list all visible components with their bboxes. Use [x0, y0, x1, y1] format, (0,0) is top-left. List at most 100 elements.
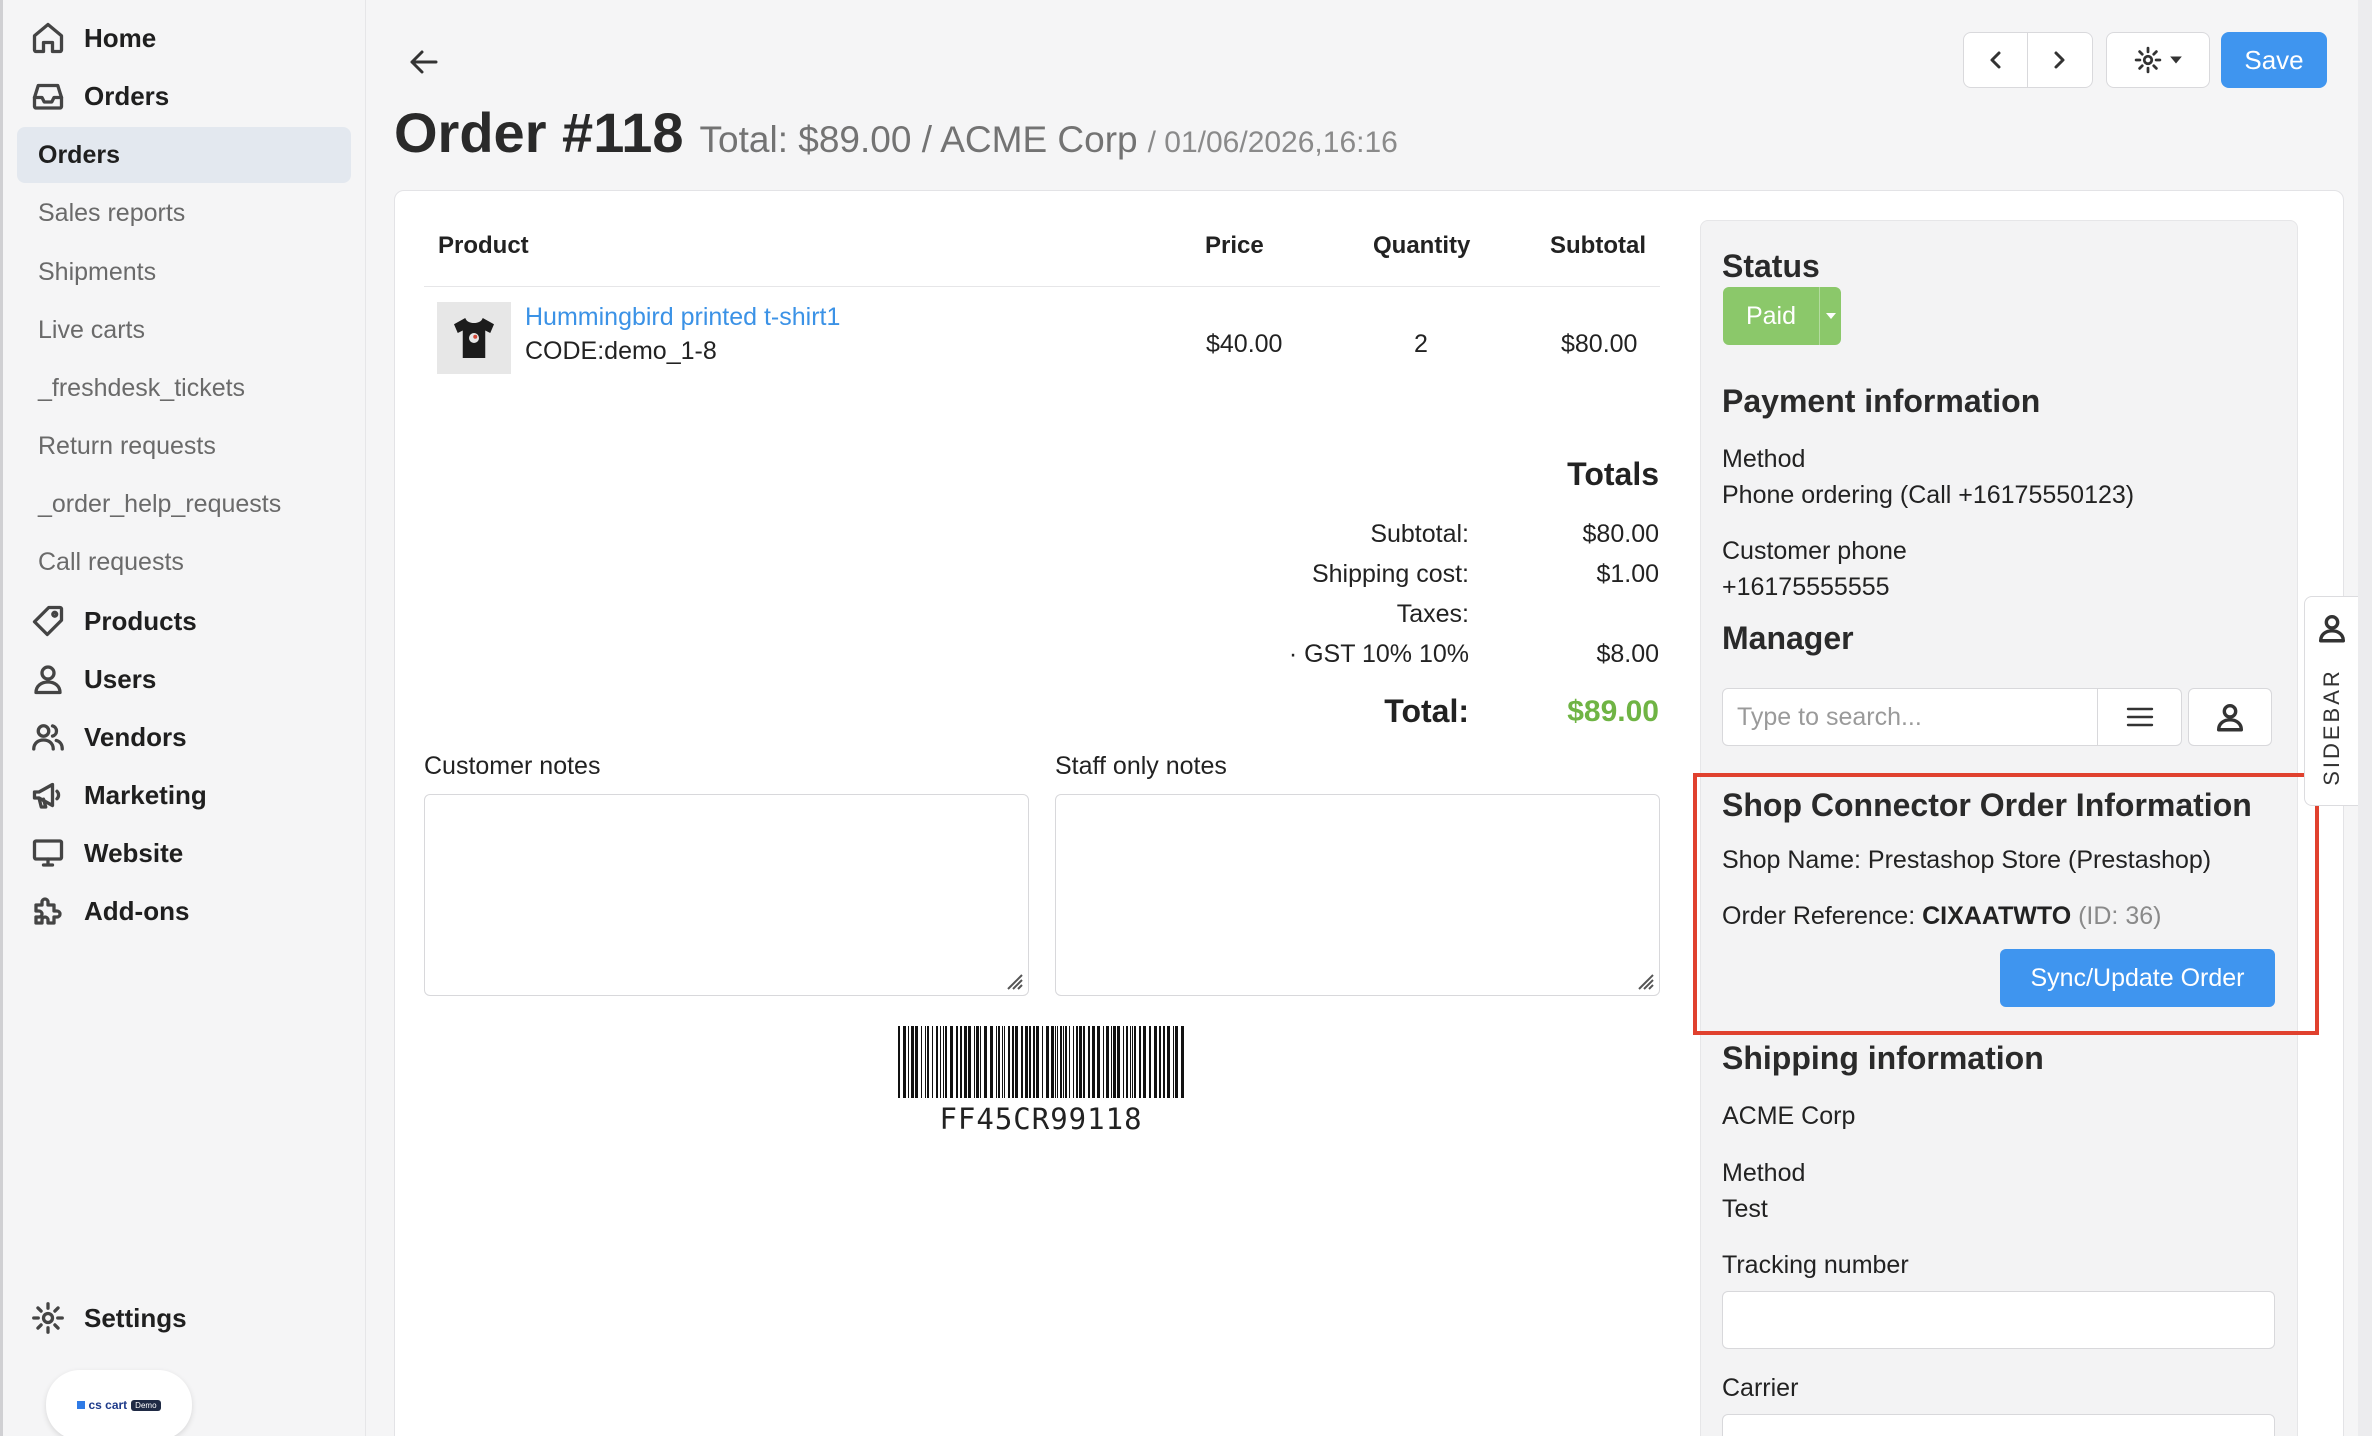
menu-lines-icon: [2126, 707, 2153, 727]
nav-vendors-label: Vendors: [84, 721, 187, 752]
order-date: / 01/06/2026,16:16: [1147, 126, 1398, 159]
tshirt-icon: [454, 318, 494, 358]
resize-handle-icon[interactable]: [1633, 969, 1655, 991]
nav-settings[interactable]: Settings: [30, 1293, 187, 1343]
brand-logo: cs cart: [77, 1398, 127, 1412]
nav-website-label: Website: [84, 837, 184, 868]
payment-method-label: Method: [1722, 445, 1806, 473]
resize-handle-icon[interactable]: [1002, 969, 1024, 991]
user-icon: [34, 665, 62, 695]
nav-settings-label: Settings: [84, 1302, 187, 1333]
save-button[interactable]: Save: [2221, 32, 2327, 88]
user-icon: [2216, 703, 2244, 732]
customer-notes-textarea[interactable]: [424, 794, 1029, 996]
table-header-divider: [424, 286, 1660, 287]
left-sidebar: Home Orders Orders Sales reports Shipmen…: [0, 0, 366, 1436]
nav-sub-return-requests[interactable]: Return requests: [38, 426, 216, 466]
nav-orders[interactable]: Orders: [30, 71, 169, 121]
page-subtitle: Total: $89.00 / ACME Corp: [699, 119, 1138, 160]
product-link[interactable]: Hummingbird printed t-shirt1: [525, 303, 840, 332]
nav-marketing[interactable]: Marketing: [30, 770, 207, 820]
nav-add-ons[interactable]: Add-ons: [30, 886, 189, 936]
gst-label: · GST 10% 10%: [1288, 640, 1469, 668]
window-edge: [0, 0, 3, 1436]
tracking-number-label: Tracking number: [1722, 1251, 1909, 1279]
col-product: Product: [438, 232, 529, 259]
status-value: Paid: [1745, 301, 1797, 330]
barcode-text: FF45CR99118: [939, 1102, 1143, 1136]
brand-pill[interactable]: cs cart Demo: [46, 1370, 192, 1436]
product-thumbnail[interactable]: [437, 302, 511, 374]
subtotal-value: $80.00: [1582, 520, 1659, 548]
product-price: $40.00: [1206, 330, 1283, 358]
prev-next-group: [1963, 32, 2093, 88]
manager-heading: Manager: [1722, 620, 1854, 656]
order-reference-value: CIXAATWTO: [1922, 902, 2072, 930]
status-dropdown[interactable]: Paid: [1723, 287, 1841, 345]
window-edge-right: [2358, 0, 2372, 1436]
nav-sub-sales-reports[interactable]: Sales reports: [38, 193, 185, 233]
nav-users-label: Users: [84, 663, 157, 694]
inbox-icon: [32, 83, 64, 110]
nav-vendors[interactable]: Vendors: [30, 712, 187, 762]
carrier-select[interactable]: [1722, 1414, 2275, 1436]
order-reference: Order Reference: CIXAATWTO (ID: 36): [1722, 902, 2161, 931]
customer-phone-label: Customer phone: [1722, 537, 1907, 565]
chevron-right-icon: [2054, 51, 2065, 69]
page-title: Order #118: [394, 101, 684, 164]
nav-sub-live-carts[interactable]: Live carts: [38, 310, 145, 350]
col-price: Price: [1205, 232, 1264, 259]
nav-orders-label: Orders: [84, 80, 170, 111]
settings-dropdown-inner: [2107, 33, 2209, 87]
barcode-graphic: [898, 1026, 1184, 1098]
nav-products[interactable]: Products: [30, 596, 197, 646]
total-label: Total:: [1384, 693, 1469, 729]
monitor-icon: [32, 839, 64, 867]
col-subtotal: Subtotal: [1550, 232, 1646, 259]
nav-users[interactable]: Users: [30, 654, 156, 704]
chevron-left-icon: [1990, 51, 2000, 69]
nav-sub-orders[interactable]: Orders: [17, 127, 351, 183]
nav-sub-call-requests[interactable]: Call requests: [38, 542, 184, 582]
tracking-number-input[interactable]: [1722, 1291, 2275, 1349]
shipping-method-label: Method: [1722, 1159, 1806, 1187]
manager-list-button[interactable]: [2098, 688, 2182, 746]
brand-tag: Demo: [131, 1399, 161, 1411]
puzzle-icon: [34, 897, 62, 925]
carrier-label: Carrier: [1722, 1374, 1799, 1402]
user-icon: [2318, 614, 2346, 643]
prev-order-button[interactable]: [1964, 33, 2027, 87]
nav-sub-order-help-requests[interactable]: _order_help_requests: [38, 484, 281, 524]
nav-home-label: Home: [84, 22, 157, 53]
home-icon: [32, 22, 64, 54]
product-subtotal: $80.00: [1561, 330, 1638, 358]
caret-down-icon: [2170, 56, 2182, 64]
back-button[interactable]: [402, 40, 446, 84]
payment-method-value: Phone ordering (Call +16175550123): [1722, 481, 2135, 509]
nav-sub-shipments[interactable]: Shipments: [38, 252, 156, 292]
shipping-heading: Shipping information: [1722, 1040, 2044, 1076]
nav-sub-freshdesk-tickets[interactable]: _freshdesk_tickets: [38, 368, 245, 408]
manager-user-button[interactable]: [2188, 688, 2272, 746]
megaphone-icon: [32, 782, 61, 809]
page-title-row: Order #118 Total: $89.00 / ACME Corp / 0…: [394, 100, 1398, 165]
gear-icon: [2134, 46, 2162, 74]
nav-website[interactable]: Website: [30, 828, 183, 878]
settings-dropdown-button[interactable]: [2106, 32, 2210, 88]
shop-name: Shop Name: Prestashop Store (Prestashop): [1722, 846, 2212, 874]
shipping-cost-value: $1.00: [1596, 560, 1659, 588]
sync-update-order-button[interactable]: Sync/Update Order: [2000, 949, 2275, 1007]
staff-notes-textarea[interactable]: [1055, 794, 1660, 996]
manager-search-input[interactable]: [1722, 688, 2098, 746]
caret-down-icon: [1819, 287, 1841, 345]
nav-home[interactable]: Home: [30, 13, 156, 63]
shipping-method-value: Test: [1722, 1195, 1768, 1223]
customer-phone-value: +16175555555: [1722, 573, 1890, 601]
customer-notes-label: Customer notes: [424, 752, 601, 780]
next-order-button[interactable]: [2027, 33, 2090, 87]
tag-icon: [32, 605, 64, 637]
shop-connector-heading: Shop Connector Order Information: [1722, 787, 2252, 823]
sidebar-tab-label: SIDEBAR: [2319, 668, 2344, 786]
sidebar-toggle-tab[interactable]: SIDEBAR: [2304, 596, 2358, 806]
totals-heading: Totals: [1567, 456, 1659, 492]
